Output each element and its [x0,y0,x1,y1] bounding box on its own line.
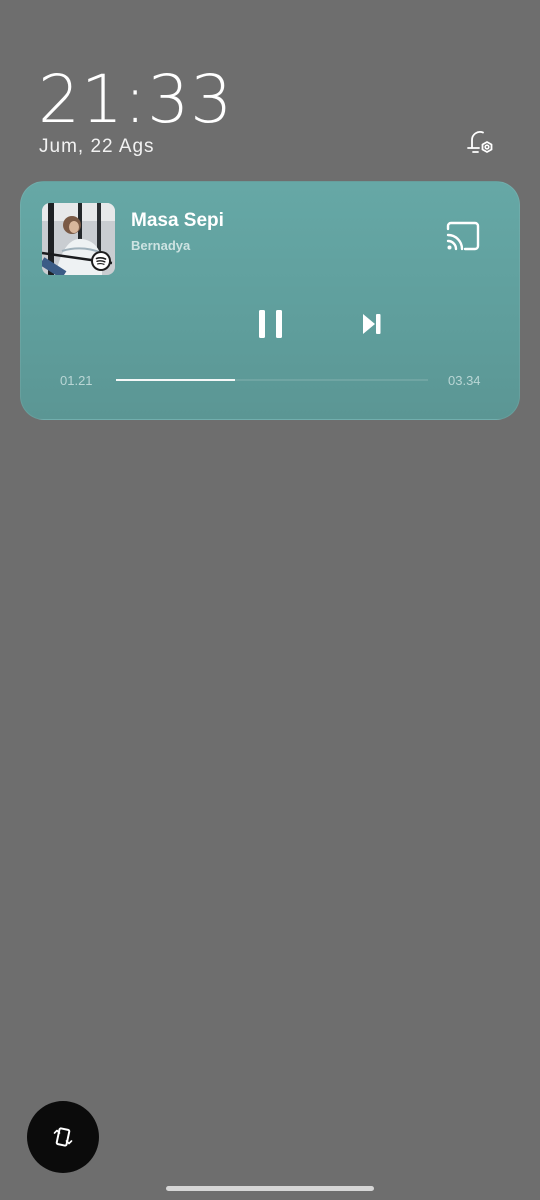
song-title: Masa Sepi [131,210,224,231]
bell-gear-icon [467,131,493,153]
rotate-screen-button[interactable] [27,1101,99,1173]
lockscreen-date: Jum, 22 Ags [39,136,155,157]
next-track-button[interactable] [358,310,386,338]
pause-icon [259,310,282,338]
total-duration: 03.34 [448,373,481,388]
elapsed-time: 01.21 [60,373,93,388]
media-player-card[interactable]: Masa Sepi Bernadya 01.21 03.34 [20,181,520,420]
song-artist: Bernadya [131,238,191,253]
album-art[interactable] [42,203,115,275]
screen-rotate-icon [53,1127,73,1147]
lockscreen-clock: 21:33 [38,61,234,138]
home-indicator[interactable] [166,1186,374,1191]
cast-button[interactable] [445,220,481,252]
progress-fill [116,379,235,381]
notification-settings-button[interactable] [463,126,499,162]
pause-button[interactable] [254,306,288,342]
progress-slider[interactable] [116,379,428,381]
spotify-icon [93,253,109,269]
skip-next-icon [363,314,381,334]
cast-icon [446,221,480,251]
